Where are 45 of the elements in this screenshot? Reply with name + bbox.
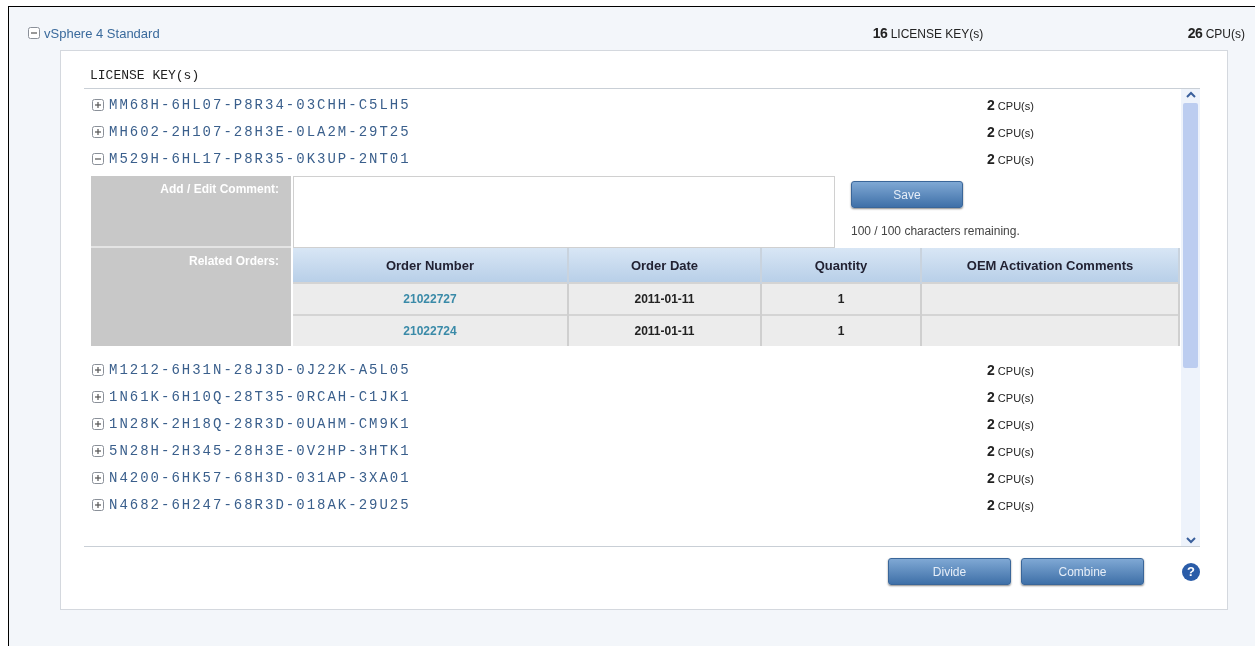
section-heading: LICENSE KEY(s) [84, 68, 1200, 89]
table-cell: 2011-01-11 [568, 315, 761, 346]
characters-remaining: 100 / 100 characters remaining. [851, 224, 1020, 238]
cpu-count: 2 CPU(s) [987, 96, 1035, 113]
scrollbar[interactable] [1181, 89, 1200, 546]
license-key-link[interactable]: 5N28H-2H345-28H3E-0V2HP-3HTK1 [109, 442, 411, 459]
plus-box-icon[interactable] [92, 417, 104, 430]
plus-box-icon[interactable] [92, 125, 104, 138]
cpu-total: 26 CPU(s) [1187, 25, 1245, 41]
plus-box-icon[interactable] [92, 444, 104, 457]
license-key-count: 16 LICENSE KEY(s) [872, 25, 985, 41]
license-key-link[interactable]: MM68H-6HL07-P8R34-03CHH-C5LH5 [109, 96, 411, 113]
column-header: Order Number [293, 248, 568, 283]
column-header: Quantity [761, 248, 921, 283]
license-key-link[interactable]: M529H-6HL17-P8R35-0K3UP-2NT01 [109, 150, 411, 167]
license-key-link[interactable]: M1212-6H31N-28J3D-0J22K-A5L05 [109, 361, 411, 378]
chevron-down-icon[interactable] [1184, 534, 1197, 546]
plus-box-icon[interactable] [92, 363, 104, 376]
cpu-count: 2 CPU(s) [987, 361, 1035, 378]
plus-box-icon[interactable] [92, 390, 104, 403]
minus-box-icon[interactable] [28, 27, 40, 39]
plus-box-icon[interactable] [92, 98, 104, 111]
cpu-count: 2 CPU(s) [987, 496, 1035, 513]
license-key-link[interactable]: MH602-2H107-28H3E-0LA2M-29T25 [109, 123, 411, 140]
table-cell: 2011-01-11 [568, 283, 761, 315]
license-key-link[interactable]: N4200-6HK57-68H3D-031AP-3XA01 [109, 469, 411, 486]
cpu-count: 2 CPU(s) [987, 415, 1035, 432]
plus-box-icon[interactable] [92, 471, 104, 484]
column-header: OEM Activation Comments [921, 248, 1179, 283]
plus-box-icon[interactable] [92, 498, 104, 511]
cpu-count: 2 CPU(s) [987, 123, 1035, 140]
product-link[interactable]: vSphere 4 Standard [44, 25, 160, 41]
cpu-count: 2 CPU(s) [987, 442, 1035, 459]
column-header: Order Date [568, 248, 761, 283]
license-key-link[interactable]: N4682-6H247-68R3D-018AK-29U25 [109, 496, 411, 513]
table-cell: 1 [761, 315, 921, 346]
license-key-link[interactable]: 1N61K-6H10Q-28T35-0RCAH-C1JK1 [109, 388, 411, 405]
cpu-count: 2 CPU(s) [987, 150, 1035, 167]
cpu-count: 2 CPU(s) [987, 388, 1035, 405]
help-button[interactable]: ? [1182, 562, 1200, 581]
license-key-link[interactable]: 1N28K-2H18Q-28R3D-0UAHM-CM9K1 [109, 415, 411, 432]
table-cell: 1 [761, 283, 921, 315]
cpu-count: 2 CPU(s) [987, 469, 1035, 486]
minus-box-icon[interactable] [92, 152, 104, 165]
comment-field[interactable] [293, 176, 835, 248]
